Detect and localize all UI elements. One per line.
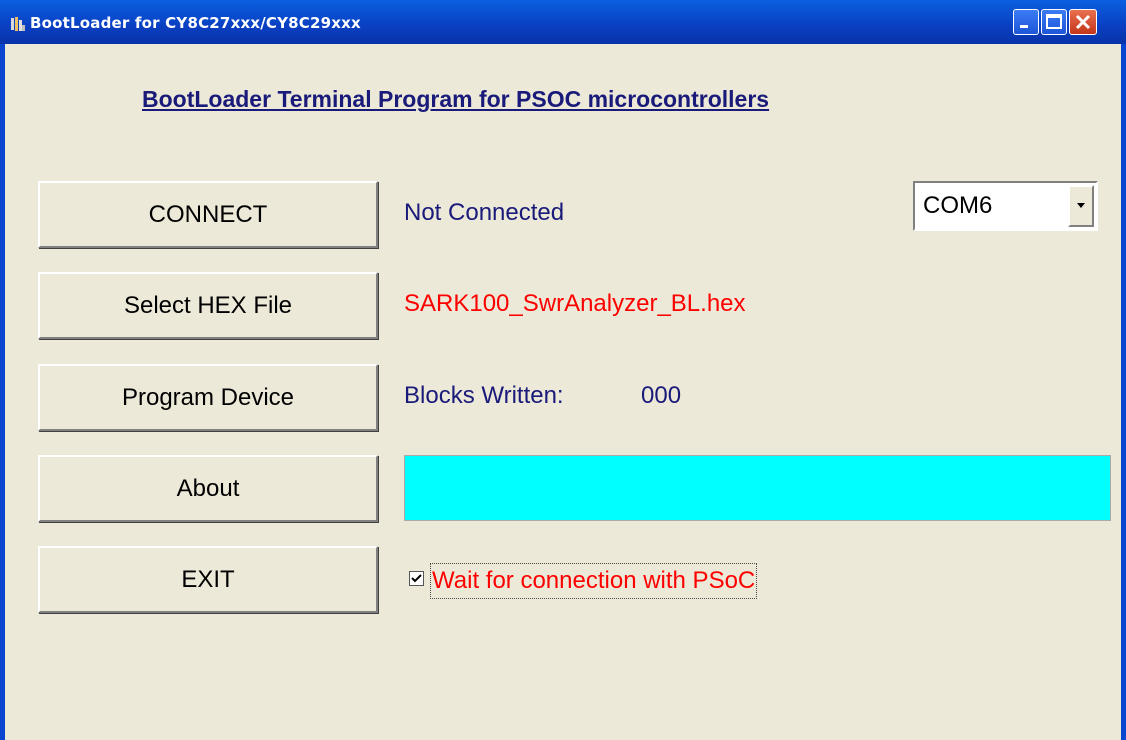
program-device-button[interactable]: Program Device bbox=[38, 364, 378, 431]
connect-button[interactable]: CONNECT bbox=[38, 181, 378, 248]
window-title: BootLoader for CY8C27xxx/CY8C29xxx bbox=[30, 14, 361, 32]
select-hex-file-button[interactable]: Select HEX File bbox=[38, 272, 378, 339]
com-port-value: COM6 bbox=[923, 192, 993, 219]
close-button[interactable] bbox=[1069, 9, 1097, 35]
maximize-icon bbox=[1046, 14, 1062, 29]
com-port-select[interactable]: COM6 bbox=[913, 181, 1098, 231]
close-icon bbox=[1075, 14, 1091, 30]
hex-file-name: SARK100_SwrAnalyzer_BL.hex bbox=[404, 290, 746, 317]
exit-button[interactable]: EXIT bbox=[38, 546, 378, 613]
window-titlebar[interactable]: BootLoader for CY8C27xxx/CY8C29xxx bbox=[0, 0, 1126, 44]
chevron-down-icon bbox=[1077, 203, 1085, 208]
minimize-icon bbox=[1020, 25, 1028, 28]
wait-connection-checkbox[interactable] bbox=[409, 571, 424, 586]
checkmark-icon bbox=[411, 574, 422, 583]
blocks-written-label: Blocks Written: bbox=[404, 382, 564, 409]
about-button[interactable]: About bbox=[38, 455, 378, 522]
window-frame-right bbox=[1121, 44, 1126, 740]
window-frame-left bbox=[0, 44, 5, 740]
blocks-written-value: 000 bbox=[641, 382, 682, 409]
minimize-button[interactable] bbox=[1013, 9, 1039, 35]
com-port-dropdown-button[interactable] bbox=[1068, 185, 1094, 227]
maximize-button[interactable] bbox=[1041, 9, 1067, 35]
connection-status: Not Connected bbox=[404, 199, 565, 226]
wait-connection-label[interactable]: Wait for connection with PSoC bbox=[430, 563, 758, 599]
progress-bar bbox=[404, 455, 1111, 521]
bootloader-app-icon bbox=[11, 17, 25, 31]
page-heading: BootLoader Terminal Program for PSOC mic… bbox=[142, 86, 770, 112]
